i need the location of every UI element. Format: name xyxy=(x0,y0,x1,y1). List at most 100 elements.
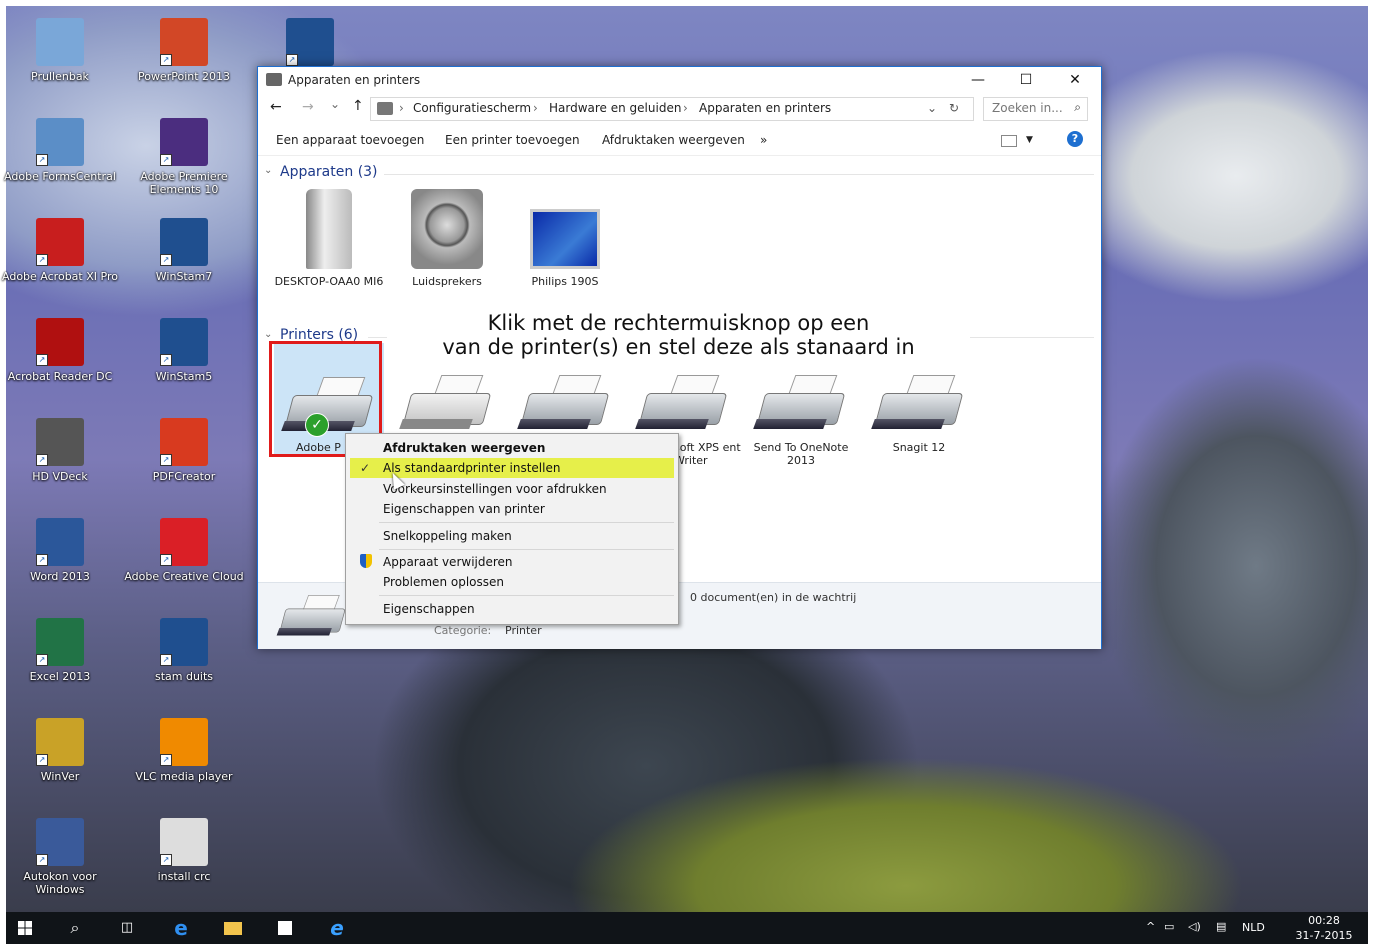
recycle-bin-icon xyxy=(36,18,84,66)
printer-snagit[interactable]: Snagit 12 xyxy=(864,375,974,454)
address-printer-icon xyxy=(377,102,393,115)
winstam-icon: ↗ xyxy=(160,618,208,666)
task-view-icon[interactable]: ◫ xyxy=(116,918,138,938)
menu-item-remove-device[interactable]: Apparaat verwijderen xyxy=(350,552,674,572)
up-button[interactable]: ↑ xyxy=(352,98,364,114)
volume-icon[interactable]: ◁) xyxy=(1188,920,1201,933)
network-icon[interactable]: ▭ xyxy=(1164,920,1174,933)
notifications-icon[interactable]: ▤ xyxy=(1216,920,1226,933)
desktop-icon[interactable]: ↗ WinStam7 xyxy=(124,218,244,283)
maximize-button[interactable]: ☐ xyxy=(1006,70,1046,90)
internet-explorer-icon[interactable]: e xyxy=(326,918,348,938)
desktop-icon[interactable]: ↗ Word 2013 xyxy=(0,518,120,583)
desktop-icon[interactable]: ↗ Adobe FormsCentral xyxy=(0,118,120,183)
shortcut-arrow-icon: ↗ xyxy=(36,254,48,266)
desktop-icon[interactable]: ↗ Adobe Acrobat XI Pro xyxy=(0,218,120,283)
desktop-icon[interactable]: ↗ WinStam5 xyxy=(124,318,244,383)
desktop-icon[interactable]: ↗ PDFCreator xyxy=(124,418,244,483)
shortcut-arrow-icon: ↗ xyxy=(36,654,48,666)
add-printer-button[interactable]: Een printer toevoegen xyxy=(445,133,580,147)
device-label: DESKTOP-OAA0 MI6 xyxy=(274,275,384,288)
desktop-icon-label: Word 2013 xyxy=(30,570,90,583)
desktop-icon[interactable]: ↗ PowerPoint 2013 xyxy=(124,18,244,83)
forward-button[interactable]: → xyxy=(302,99,314,115)
see-print-jobs-button[interactable]: Afdruktaken weergeven xyxy=(602,133,745,147)
help-icon[interactable]: ? xyxy=(1067,131,1083,147)
desktop-icon-label: Excel 2013 xyxy=(29,670,91,683)
search-icon: ⌕ xyxy=(1074,100,1081,114)
breadcrumb-devices-printers[interactable]: Apparaten en printers xyxy=(699,101,831,115)
show-hidden-icons-icon[interactable]: ^ xyxy=(1146,920,1155,933)
desktop-icon[interactable]: Prullenbak xyxy=(0,18,120,83)
printer-onenote-2016[interactable] xyxy=(510,375,620,441)
shortcut-arrow-icon: ↗ xyxy=(36,154,48,166)
shortcut-arrow-icon: ↗ xyxy=(36,854,48,866)
tutorial-caption: Klik met de rechtermuisknop op een van d… xyxy=(387,298,970,370)
desktop-icon-label: Adobe Creative Cloud xyxy=(124,570,244,583)
taskbar: ⌕ ◫ e e ^ ▭ ◁) ▤ NLD 00:28 31-7-2015 xyxy=(6,912,1368,944)
device-speakers[interactable]: Luidsprekers xyxy=(392,189,502,288)
search-icon[interactable]: ⌕ xyxy=(64,918,86,938)
menu-item-troubleshoot[interactable]: Problemen oplossen xyxy=(350,572,674,592)
address-bar[interactable]: › Configuratiescherm › Hardware en gelui… xyxy=(370,97,974,121)
desktop-icon[interactable]: ↗ WinVer xyxy=(0,718,120,783)
shortcut-arrow-icon: ↗ xyxy=(160,554,172,566)
desktop-icon[interactable]: ↗ Autokon voor Windows xyxy=(0,818,120,896)
group-collapse-icon[interactable]: ⌄ xyxy=(264,165,272,176)
shortcut-arrow-icon: ↗ xyxy=(36,754,48,766)
clock-date[interactable]: 31-7-2015 xyxy=(1292,929,1356,942)
printer-send-to-onenote[interactable]: Send To OneNote 2013 xyxy=(746,375,856,467)
language-indicator[interactable]: NLD xyxy=(1242,921,1265,934)
add-device-button[interactable]: Een apparaat toevoegen xyxy=(276,133,424,147)
excel-icon: ↗ xyxy=(36,618,84,666)
desktop-icon-label: install crc xyxy=(157,870,211,883)
devices-group-header[interactable]: Apparaten (3) xyxy=(280,164,378,180)
desktop-icon[interactable]: ↗ Excel 2013 xyxy=(0,618,120,683)
winstam-icon: ↗ xyxy=(160,218,208,266)
desktop-icon[interactable]: ↗ Adobe Premiere Elements 10 xyxy=(124,118,244,196)
desktop-icon[interactable]: ↗ Acrobat Reader DC xyxy=(0,318,120,383)
view-options-icon[interactable] xyxy=(1001,135,1017,147)
file-explorer-icon[interactable] xyxy=(222,918,244,938)
printer-fax[interactable] xyxy=(392,375,502,441)
category-value: Printer xyxy=(505,624,542,637)
breadcrumb-control-panel[interactable]: Configuratiescherm xyxy=(413,101,531,115)
title-bar[interactable]: Apparaten en printers — ☐ ✕ xyxy=(258,67,1101,93)
recent-dropdown-button[interactable]: ⌄ xyxy=(330,97,340,111)
view-dropdown-icon[interactable]: ▼ xyxy=(1026,135,1033,145)
menu-item-properties[interactable]: Eigenschappen xyxy=(350,599,674,619)
menu-item-see-print-jobs[interactable]: Afdruktaken weergeven xyxy=(350,438,674,458)
shortcut-arrow-icon: ↗ xyxy=(36,354,48,366)
vlc-icon: ↗ xyxy=(160,718,208,766)
desktop-icon[interactable]: ↗ stam duits xyxy=(124,618,244,683)
desktop-icon-label: VLC media player xyxy=(135,770,233,783)
desktop-icon[interactable]: ↗ VLC media player xyxy=(124,718,244,783)
clock-time[interactable]: 00:28 xyxy=(1292,914,1356,927)
group-collapse-icon[interactable]: ⌄ xyxy=(264,329,272,340)
device-monitor[interactable]: Philips 190S xyxy=(510,189,620,288)
desktop-icon[interactable]: ↗ Adobe Creative Cloud xyxy=(124,518,244,583)
shortcut-arrow-icon: ↗ xyxy=(160,454,172,466)
system-tray: ^ ▭ ◁) ▤ NLD 00:28 31-7-2015 xyxy=(1140,912,1360,944)
desktop-icon[interactable]: ↗ HD VDeck xyxy=(0,418,120,483)
more-commands-button[interactable]: » xyxy=(760,133,767,147)
menu-item-create-shortcut[interactable]: Snelkoppeling maken xyxy=(350,526,674,546)
menu-item-printer-properties[interactable]: Eigenschappen van printer xyxy=(350,499,674,519)
desktop-icon[interactable]: ↗ install crc xyxy=(124,818,244,883)
edge-icon[interactable]: e xyxy=(170,918,192,938)
device-computer[interactable]: DESKTOP-OAA0 MI6 xyxy=(274,189,384,288)
printer-label: Snagit 12 xyxy=(892,441,946,454)
search-input[interactable]: Zoeken in... ⌕ xyxy=(983,97,1088,121)
store-icon[interactable] xyxy=(274,918,296,938)
start-button[interactable] xyxy=(14,918,36,938)
shortcut-arrow-icon: ↗ xyxy=(286,54,298,66)
address-dropdown-icon[interactable]: ⌄ xyxy=(927,101,937,115)
premiere-elements-icon: ↗ xyxy=(160,118,208,166)
device-label: Philips 190S xyxy=(531,275,599,288)
close-button[interactable]: ✕ xyxy=(1055,70,1095,90)
minimize-button[interactable]: — xyxy=(958,70,998,90)
creative-cloud-icon: ↗ xyxy=(160,518,208,566)
breadcrumb-hardware-sound[interactable]: Hardware en geluiden xyxy=(549,101,681,115)
back-button[interactable]: ← xyxy=(270,99,282,115)
refresh-icon[interactable]: ↻ xyxy=(949,101,959,115)
